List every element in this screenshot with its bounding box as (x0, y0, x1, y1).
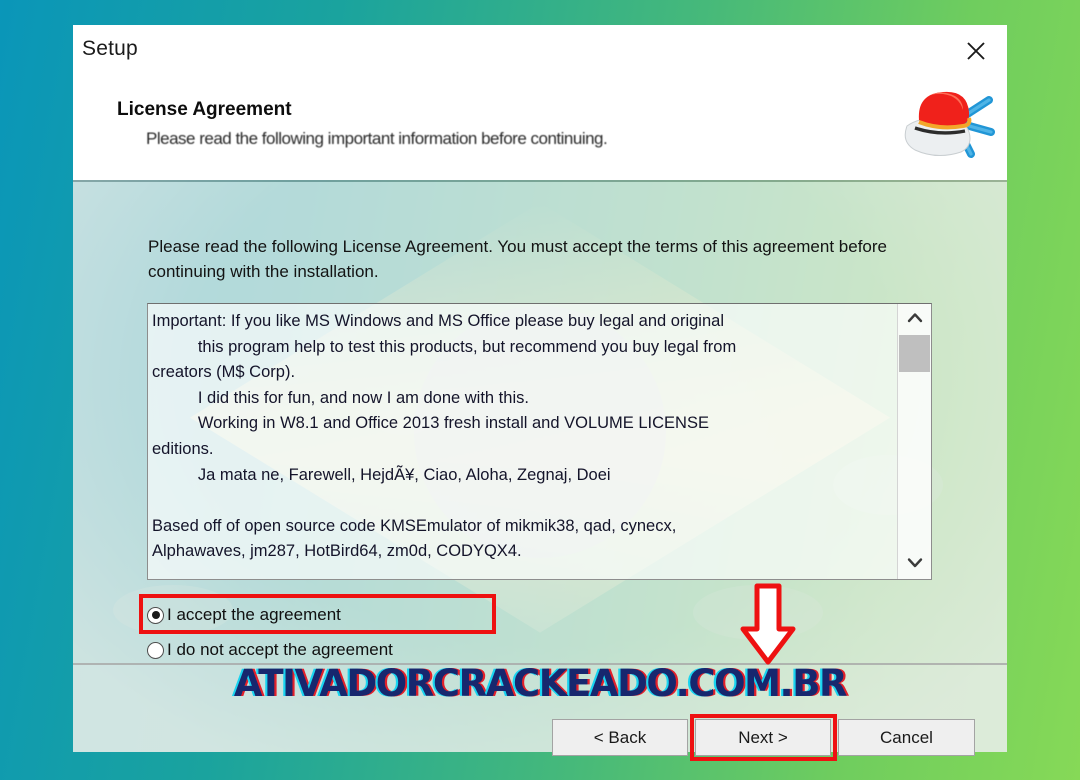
back-button[interactable]: < Back (552, 719, 688, 756)
scroll-up-button[interactable] (898, 304, 931, 334)
highlight-box-accept (139, 594, 496, 634)
license-text-box[interactable]: Important: If you like MS Windows and MS… (147, 303, 932, 580)
cancel-button[interactable]: Cancel (838, 719, 975, 756)
scrollbar-thumb[interactable] (899, 335, 930, 372)
dialog-body: Please read the following License Agreem… (73, 182, 1007, 663)
highlight-box-next (690, 714, 837, 761)
chevron-up-icon (907, 310, 923, 328)
close-button[interactable] (945, 25, 1007, 77)
page-subtitle: Please read the following important info… (146, 129, 608, 148)
radio-unselected-icon (147, 641, 164, 659)
dialog-header: Setup License Agreement Please read the … (73, 25, 1007, 182)
window-title: Setup (82, 37, 138, 60)
page-title: License Agreement (117, 99, 292, 120)
red-down-arrow-icon (740, 583, 796, 665)
radio-decline-label: I do not accept the agreement (167, 640, 393, 659)
site-watermark: ATIVADORCRACKEADO.COM.BR (233, 662, 848, 705)
scroll-down-button[interactable] (898, 549, 931, 579)
radio-decline-agreement[interactable]: I do not accept the agreement (147, 640, 393, 660)
license-text: Important: If you like MS Windows and MS… (152, 312, 737, 561)
license-scrollbar[interactable] (897, 304, 931, 579)
instruction-text: Please read the following License Agreem… (148, 237, 887, 281)
close-icon (965, 40, 987, 62)
chevron-down-icon (907, 555, 923, 573)
setup-package-icon (893, 80, 995, 162)
setup-dialog: Setup License Agreement Please read the … (73, 25, 1007, 761)
